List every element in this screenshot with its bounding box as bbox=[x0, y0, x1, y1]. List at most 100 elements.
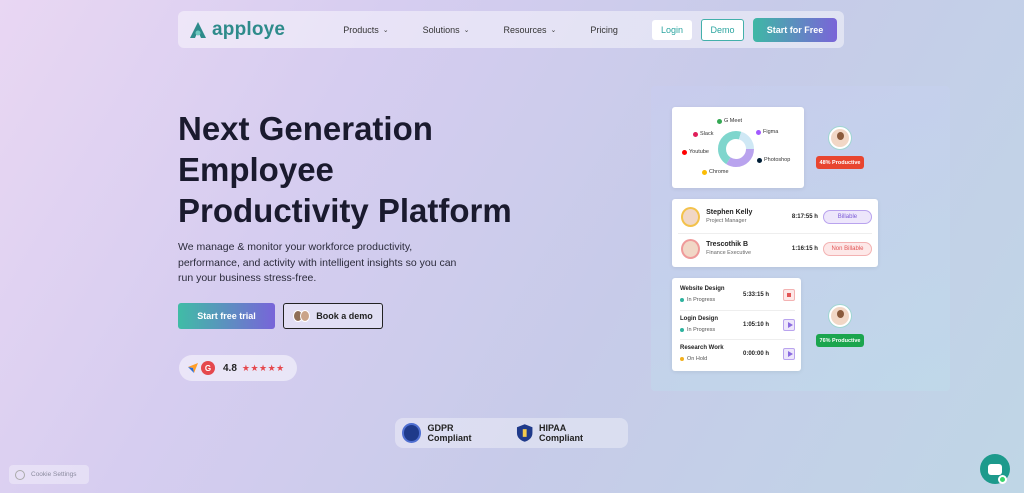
list-item: Trescothik B Finance Executive 1:16:15 h… bbox=[678, 235, 872, 262]
gdpr-label: GDPR Compliant bbox=[427, 423, 472, 443]
app-label-gmeet: G Meet bbox=[717, 118, 742, 124]
list-item: Research Work On Hold 0:00:00 h bbox=[680, 341, 795, 367]
task-name: Login Design bbox=[680, 316, 718, 322]
nav-item-products[interactable]: Products ⌄ bbox=[343, 25, 388, 35]
app-name: G Meet bbox=[724, 118, 743, 124]
nav-actions: Login Demo Start for Free bbox=[652, 17, 837, 42]
start-for-free-button[interactable]: Start for Free bbox=[753, 17, 837, 42]
nav-item-label: Resources bbox=[503, 24, 547, 35]
nav-item-label: Products bbox=[343, 24, 379, 35]
task-status-label: In Progress bbox=[687, 327, 716, 333]
compliance-badges: GDPR Compliant HIPAA Compliant bbox=[395, 418, 628, 448]
task-time: 5:33:15 h bbox=[743, 292, 770, 298]
youtube-icon bbox=[682, 149, 687, 155]
hero-title-line: Productivity Platform bbox=[178, 192, 512, 229]
task-time: 0:00:00 h bbox=[743, 351, 770, 357]
app-label-photoshop: Photoshop bbox=[757, 157, 790, 163]
task-status: In Progress bbox=[680, 297, 715, 303]
billable-badge: Billable bbox=[822, 209, 872, 224]
chevron-down-icon: ⌄ bbox=[463, 26, 470, 34]
rating-value: 4.8 bbox=[223, 362, 237, 374]
person-name: Stephen Kelly bbox=[706, 209, 753, 216]
list-item: Stephen Kelly Project Manager 8:17:55 h … bbox=[678, 203, 872, 234]
hipaa-shield-icon bbox=[516, 424, 533, 442]
nav-item-pricing[interactable]: Pricing bbox=[590, 25, 618, 35]
nav-item-solutions[interactable]: Solutions ⌄ bbox=[423, 25, 470, 35]
star-rating-icon: ★★★★★ bbox=[241, 362, 285, 373]
team-members-card: Stephen Kelly Project Manager 8:17:55 h … bbox=[672, 199, 878, 267]
app-label-figma: Figma bbox=[756, 129, 778, 135]
nav-item-label: Pricing bbox=[590, 24, 618, 35]
app-usage-donut-chart bbox=[718, 131, 754, 167]
list-item: Login Design In Progress 1:05:10 h bbox=[680, 312, 795, 338]
start-free-trial-button[interactable]: Start free trial bbox=[178, 303, 275, 329]
app-name: Photoshop bbox=[764, 157, 791, 163]
login-button[interactable]: Login bbox=[652, 19, 692, 40]
avatar bbox=[829, 305, 851, 327]
gdpr-badge-icon bbox=[402, 423, 422, 443]
online-status-icon bbox=[998, 475, 1007, 484]
app-name: Youtube bbox=[689, 149, 709, 155]
chevron-down-icon: ⌄ bbox=[382, 26, 389, 34]
task-status-label: In Progress bbox=[687, 297, 716, 303]
nav-item-label: Solutions bbox=[422, 24, 460, 35]
person-role: Finance Executive bbox=[706, 250, 752, 256]
avatar bbox=[681, 238, 701, 259]
apploye-logo-icon bbox=[190, 21, 206, 38]
hipaa-label: HIPAA Compliant bbox=[538, 423, 583, 443]
stop-timer-icon bbox=[783, 289, 795, 301]
app-name: Slack bbox=[700, 131, 714, 137]
avatar bbox=[300, 310, 311, 322]
task-status: In Progress bbox=[680, 327, 715, 333]
app-name: Chrome bbox=[709, 169, 729, 175]
divider bbox=[680, 339, 795, 340]
book-demo-label: Book a demo bbox=[316, 311, 373, 321]
app-label-slack: Slack bbox=[693, 131, 713, 137]
figma-icon bbox=[756, 129, 761, 135]
tracked-time: 8:17:55 h bbox=[791, 213, 818, 220]
cookie-settings-label: Cookie Settings bbox=[31, 471, 77, 478]
brand-name: apploye bbox=[212, 18, 286, 40]
cta-row: Start free trial Book a demo bbox=[178, 303, 383, 329]
hero-description: We manage & monitor your workforce produ… bbox=[178, 241, 457, 284]
photoshop-icon bbox=[757, 157, 762, 163]
app-usage-card: G Meet Slack Figma Youtube Photoshop Chr… bbox=[672, 107, 804, 188]
hero-title: Next Generation Employee Productivity Pl… bbox=[178, 108, 558, 231]
g2-icon: G bbox=[201, 361, 215, 375]
demo-button[interactable]: Demo bbox=[701, 18, 744, 41]
task-time: 1:05:10 h bbox=[743, 322, 770, 328]
app-label-chrome: Chrome bbox=[702, 169, 729, 175]
task-name: Website Design bbox=[680, 286, 725, 292]
cookie-icon bbox=[15, 469, 25, 480]
productivity-badge: 48% Productive bbox=[816, 156, 864, 169]
task-name: Research Work bbox=[680, 345, 724, 351]
slack-icon bbox=[693, 131, 698, 137]
chrome-icon bbox=[702, 169, 707, 175]
chat-icon bbox=[988, 463, 1002, 475]
top-navbar: apploye Products ⌄ Solutions ⌄ Resources ⌄ … bbox=[178, 11, 844, 48]
book-demo-button[interactable]: Book a demo bbox=[283, 303, 383, 329]
tasks-card: Website Design In Progress 5:33:15 h Log… bbox=[672, 278, 801, 371]
team-avatars-icon bbox=[293, 310, 311, 322]
tracked-time: 1:16:15 h bbox=[791, 245, 818, 252]
play-icon bbox=[783, 348, 795, 360]
play-icon bbox=[783, 319, 795, 331]
nav-item-resources[interactable]: Resources ⌄ bbox=[504, 25, 557, 35]
chevron-down-icon: ⌄ bbox=[550, 26, 557, 34]
cookie-settings-button[interactable]: Cookie Settings bbox=[9, 465, 89, 484]
brand-logo[interactable]: apploye bbox=[188, 19, 285, 41]
app-label-youtube: Youtube bbox=[682, 149, 709, 155]
task-status: On Hold bbox=[680, 356, 707, 362]
avatar bbox=[681, 206, 701, 227]
list-item: Website Design In Progress 5:33:15 h bbox=[680, 282, 795, 308]
avatar-head bbox=[837, 310, 844, 318]
status-dot-icon bbox=[680, 298, 684, 302]
hero-title-line: Employee bbox=[178, 151, 334, 188]
task-status-label: On Hold bbox=[687, 356, 708, 362]
person-name: Trescothik B bbox=[706, 241, 749, 248]
status-dot-icon bbox=[680, 328, 684, 332]
gmeet-icon bbox=[717, 118, 722, 124]
avatar-head bbox=[837, 132, 844, 140]
avatar bbox=[829, 127, 851, 149]
non-billable-badge: Non Billable bbox=[822, 241, 872, 256]
